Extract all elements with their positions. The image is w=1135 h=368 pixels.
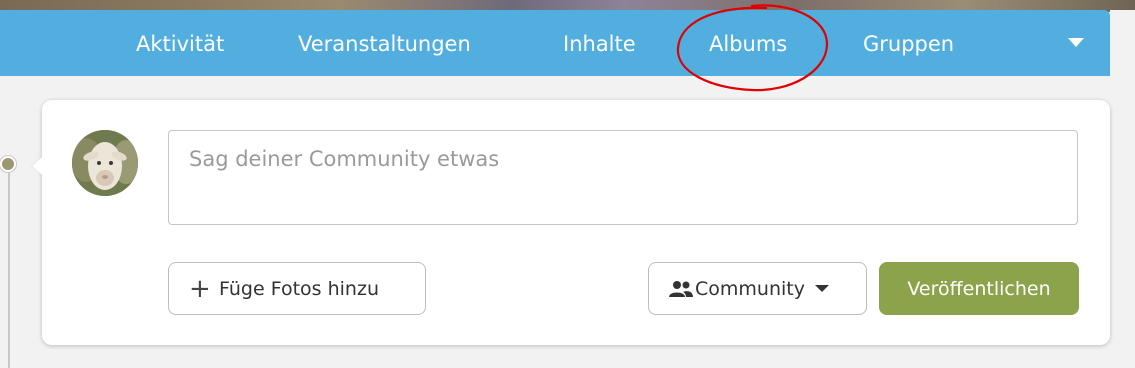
main-navigation: Aktivität Veranstaltungen Inhalte Albums… — [0, 10, 1110, 76]
nav-item-albums[interactable]: Albums — [709, 30, 787, 58]
chevron-down-icon[interactable] — [1068, 38, 1084, 47]
timeline-line — [8, 168, 10, 368]
avatar[interactable] — [72, 130, 138, 196]
add-photos-label: Füge Fotos hinzu — [219, 277, 379, 300]
nav-item-inhalte[interactable]: Inhalte — [563, 30, 636, 58]
page-background — [1110, 10, 1135, 76]
sheep-avatar-image — [72, 130, 138, 196]
audience-select[interactable]: Community — [648, 262, 867, 315]
card-pointer — [32, 156, 43, 176]
timeline-dot — [0, 156, 16, 172]
nav-item-aktivitaet[interactable]: Aktivität — [136, 30, 224, 58]
people-icon — [669, 280, 693, 297]
nav-item-gruppen[interactable]: Gruppen — [863, 30, 954, 58]
caret-down-icon — [814, 285, 829, 292]
audience-label: Community — [695, 277, 805, 300]
post-input[interactable] — [168, 130, 1078, 225]
plus-icon: + — [189, 273, 211, 304]
nav-item-veranstaltungen[interactable]: Veranstaltungen — [298, 30, 471, 58]
add-photos-button[interactable]: + Füge Fotos hinzu — [168, 262, 426, 315]
publish-button[interactable]: Veröffentlichen — [879, 262, 1079, 315]
